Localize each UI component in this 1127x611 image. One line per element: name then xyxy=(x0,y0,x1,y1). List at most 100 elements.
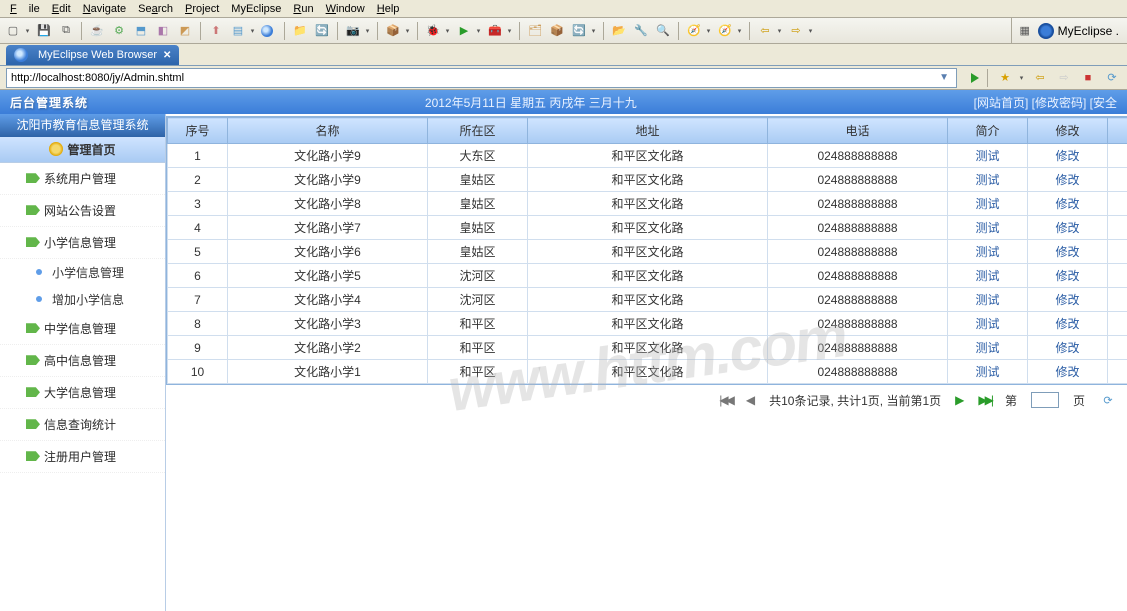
cell-del[interactable]: 删除 xyxy=(1108,288,1127,312)
search-icon[interactable]: 🔍 xyxy=(654,22,672,40)
nav-fwd-icon[interactable]: ⇨ xyxy=(1055,69,1073,87)
open-icon[interactable]: 📂 xyxy=(610,22,628,40)
cell-intro[interactable]: 测试 xyxy=(948,336,1028,360)
sidebar-sub-primary-info[interactable]: 小学信息管理 xyxy=(0,259,165,286)
box-icon[interactable]: 📦 xyxy=(384,22,402,40)
stop-icon[interactable]: ■ xyxy=(1079,69,1097,87)
sidebar-home[interactable]: 管理首页 xyxy=(0,137,165,163)
cell-edit[interactable]: 修改 xyxy=(1028,336,1108,360)
sidebar-item-users[interactable]: 系统用户管理 xyxy=(0,163,165,195)
cell-del[interactable]: 删除 xyxy=(1108,312,1127,336)
server-icon[interactable]: ▤ xyxy=(229,22,247,40)
pager-page-input[interactable] xyxy=(1031,392,1059,408)
cell-intro[interactable]: 测试 xyxy=(948,264,1028,288)
debug-icon[interactable]: 🐞 xyxy=(424,22,442,40)
menu-myeclipse[interactable]: MyEclipse xyxy=(225,2,287,16)
cell-del[interactable]: 删除 xyxy=(1108,144,1127,168)
cell-del[interactable]: 删除 xyxy=(1108,168,1127,192)
nav-back-icon[interactable]: ⇦ xyxy=(1031,69,1049,87)
cell-edit[interactable]: 修改 xyxy=(1028,192,1108,216)
run-icon[interactable]: ▶ xyxy=(455,22,473,40)
cell-intro[interactable]: 测试 xyxy=(948,168,1028,192)
sidebar-item-register[interactable]: 注册用户管理 xyxy=(0,441,165,473)
cell-intro[interactable]: 测试 xyxy=(948,216,1028,240)
menu-search[interactable]: Search xyxy=(132,2,179,16)
link-logout[interactable]: [安全 xyxy=(1090,96,1117,110)
perspective-switcher[interactable]: ▦ MyEclipse . xyxy=(1011,18,1123,43)
refresh-globe-icon[interactable]: 🔄 xyxy=(313,22,331,40)
cell-intro[interactable]: 测试 xyxy=(948,288,1028,312)
menu-window[interactable]: Window xyxy=(320,2,371,16)
save-icon[interactable]: 💾 xyxy=(35,22,53,40)
url-dropdown-icon[interactable]: ▼ xyxy=(939,72,949,83)
cell-edit[interactable]: 修改 xyxy=(1028,312,1108,336)
menu-edit[interactable]: Edit xyxy=(46,2,77,16)
fwd-icon[interactable]: ⇨ xyxy=(787,22,805,40)
cell-edit[interactable]: 修改 xyxy=(1028,216,1108,240)
dd-icon[interactable]: ▾ xyxy=(24,22,31,40)
tool-icon[interactable]: ◩ xyxy=(176,22,194,40)
sidebar-item-middle[interactable]: 中学信息管理 xyxy=(0,313,165,345)
globe-icon[interactable] xyxy=(260,22,278,40)
dd-icon[interactable]: ▾ xyxy=(1018,69,1025,87)
tool-icon[interactable]: ◧ xyxy=(154,22,172,40)
dd-icon[interactable]: ▾ xyxy=(444,22,451,40)
sidebar-item-college[interactable]: 大学信息管理 xyxy=(0,377,165,409)
deploy-icon[interactable]: ⬆ xyxy=(207,22,225,40)
menu-file[interactable]: File xyxy=(4,2,46,16)
new-icon[interactable]: ▢ xyxy=(4,22,22,40)
browser-tab[interactable]: MyEclipse Web Browser ✕ xyxy=(6,45,179,65)
dd-icon[interactable]: ▾ xyxy=(590,22,597,40)
cell-del[interactable]: 删除 xyxy=(1108,240,1127,264)
sidebar-sub-primary-add[interactable]: 增加小学信息 xyxy=(0,286,165,313)
persp-icon[interactable]: ▦ xyxy=(1016,22,1034,40)
dd-icon[interactable]: ▾ xyxy=(249,22,256,40)
menu-run[interactable]: Run xyxy=(287,2,319,16)
cell-intro[interactable]: 测试 xyxy=(948,312,1028,336)
close-icon[interactable]: ✕ xyxy=(163,50,171,61)
tool-icon[interactable]: ⬒ xyxy=(132,22,150,40)
dd-icon[interactable]: ▾ xyxy=(705,22,712,40)
dd-icon[interactable]: ▾ xyxy=(475,22,482,40)
menu-project[interactable]: Project xyxy=(179,2,225,16)
link-password[interactable]: [修改密码] xyxy=(1032,96,1087,110)
grp-icon[interactable]: 🔧 xyxy=(632,22,650,40)
pager-first[interactable] xyxy=(719,393,732,407)
sidebar-item-notice[interactable]: 网站公告设置 xyxy=(0,195,165,227)
dd-icon[interactable]: ▾ xyxy=(364,22,371,40)
pager-next[interactable] xyxy=(955,393,964,407)
ext-icon[interactable]: 🧰 xyxy=(486,22,504,40)
dd-icon[interactable]: ▾ xyxy=(506,22,513,40)
cell-del[interactable]: 删除 xyxy=(1108,192,1127,216)
sidebar-item-primary[interactable]: 小学信息管理 xyxy=(0,227,165,259)
pager-go-icon[interactable]: ⟳ xyxy=(1099,391,1117,409)
nav2-icon[interactable]: 🧭 xyxy=(716,22,734,40)
dd-icon[interactable]: ▾ xyxy=(807,22,814,40)
cell-del[interactable]: 删除 xyxy=(1108,336,1127,360)
cell-edit[interactable]: 修改 xyxy=(1028,288,1108,312)
cell-edit[interactable]: 修改 xyxy=(1028,240,1108,264)
sync-icon[interactable]: 🔄 xyxy=(570,22,588,40)
url-input[interactable] xyxy=(6,68,957,88)
nav-icon[interactable]: 🧭 xyxy=(685,22,703,40)
folder-icon[interactable]: 📁 xyxy=(291,22,309,40)
cell-edit[interactable]: 修改 xyxy=(1028,144,1108,168)
cell-edit[interactable]: 修改 xyxy=(1028,168,1108,192)
back-icon[interactable]: ⇦ xyxy=(756,22,774,40)
cell-edit[interactable]: 修改 xyxy=(1028,264,1108,288)
go-button[interactable] xyxy=(971,73,979,83)
pager-last[interactable] xyxy=(978,393,991,407)
tool-icon[interactable]: ⚙ xyxy=(110,22,128,40)
cell-del[interactable]: 删除 xyxy=(1108,264,1127,288)
cell-edit[interactable]: 修改 xyxy=(1028,360,1108,384)
pager-prev[interactable] xyxy=(746,393,755,407)
sidebar-item-query[interactable]: 信息查询统计 xyxy=(0,409,165,441)
saveall-icon[interactable]: ⧉ xyxy=(57,22,75,40)
dd-icon[interactable]: ▾ xyxy=(776,22,783,40)
menu-help[interactable]: Help xyxy=(371,2,406,16)
fav-icon[interactable]: ★ xyxy=(996,69,1014,87)
cell-intro[interactable]: 测试 xyxy=(948,240,1028,264)
menu-navigate[interactable]: Navigate xyxy=(77,2,132,16)
tool-icon[interactable]: ☕ xyxy=(88,22,106,40)
cell-intro[interactable]: 测试 xyxy=(948,360,1028,384)
